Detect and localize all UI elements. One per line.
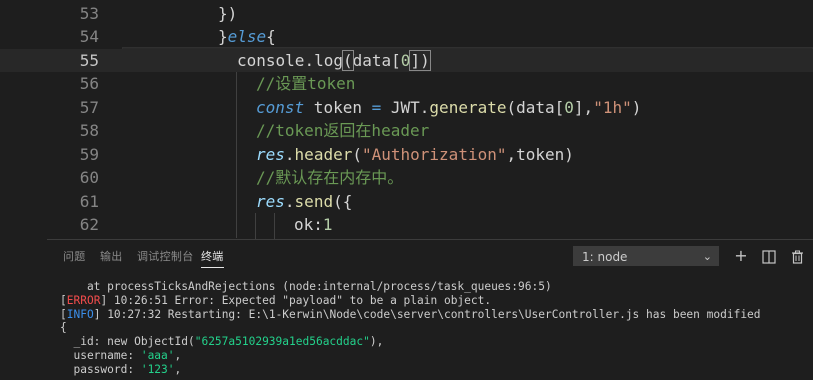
indent-guide	[274, 213, 275, 239]
object-value: '123'	[140, 362, 175, 376]
code-text: console.log(data[0])	[237, 49, 431, 71]
line-number: 54	[79, 27, 99, 46]
tab-debug-console[interactable]: 调试控制台	[137, 248, 194, 264]
code-text: res.header("Authorization",token)	[256, 144, 574, 164]
code-line[interactable]: 58 //token返回在header	[0, 119, 813, 143]
code-line[interactable]: 53})	[0, 2, 813, 26]
info-message: 10:27:32 Restarting: E:\1-Kerwin\Node\co…	[100, 307, 761, 321]
code-line[interactable]: 61 res.send({	[0, 190, 813, 214]
line-number: 58	[79, 121, 99, 140]
code-line[interactable]: 55 console.log(data[0])	[0, 48, 813, 72]
terminal-select-value: 1: node	[582, 250, 628, 264]
line-number: 53	[79, 3, 99, 23]
indent-guide	[236, 72, 237, 238]
line-number: 61	[79, 191, 99, 211]
terminal-line: {	[60, 321, 67, 335]
bottom-panel: 问题 输出 调试控制台 终端 1: node ⌄ + at processTic…	[47, 239, 813, 380]
terminal-line: username: 'aaa',	[60, 349, 810, 363]
code-line[interactable]: 54 }else{	[0, 25, 813, 49]
object-key: username:	[60, 348, 141, 362]
indent-guide	[255, 213, 256, 239]
code-text: }else{	[218, 27, 276, 46]
code-text: const token = JWT.generate(data[0],"1h")	[256, 97, 642, 117]
code-line[interactable]: 59 res.header("Authorization",token)	[0, 143, 813, 167]
trash-icon[interactable]	[787, 246, 807, 266]
line-number: 62	[79, 215, 99, 234]
object-punct: ),	[369, 335, 384, 349]
code-text: res.send({	[256, 191, 353, 211]
tab-terminal[interactable]: 终端	[201, 248, 224, 268]
code-text: //默认存在内存中。	[256, 168, 404, 187]
terminal-line: [ERROR] 10:26:51 Error: Expected "payloa…	[60, 293, 492, 307]
line-number: 60	[79, 168, 99, 187]
terminal-line: password: '123',	[60, 363, 810, 377]
code-text: ok:1	[294, 215, 333, 234]
terminal-line: _id: new ObjectId("6257a5102939a1ed56acd…	[60, 335, 810, 349]
code-line[interactable]: 56 //设置token	[0, 72, 813, 96]
tab-problems[interactable]: 问题	[63, 248, 86, 264]
chevron-down-icon: ⌄	[702, 250, 712, 263]
code-editor[interactable]: 53}) 54}else{55 console.log(data[0]) 56//设置…	[0, 0, 813, 239]
line-number: 55	[79, 50, 99, 70]
split-icon[interactable]	[759, 246, 779, 266]
terminal-line: at processTicksAndRejections (node:inter…	[60, 280, 552, 293]
panel-tabs: 问题 输出 调试控制台 终端 1: node ⌄ +	[47, 240, 813, 272]
code-text: //设置token	[256, 74, 356, 93]
info-tag: INFO	[66, 307, 94, 321]
error-message: 10:26:51 Error: Expected "payload" to be…	[107, 293, 492, 307]
object-value: "6257a5102939a1ed56acddac"	[194, 335, 370, 349]
code-line[interactable]: 57 const token = JWT.generate(data[0],"1h…	[0, 96, 813, 120]
object-punct: ,	[174, 362, 182, 376]
object-punct: ,	[174, 348, 182, 362]
add-icon[interactable]: +	[731, 246, 751, 266]
terminal-output[interactable]: at processTicksAndRejections (node:inter…	[60, 280, 810, 377]
code-line[interactable]: 62 ok:1	[0, 213, 813, 237]
code-text: //token返回在header	[256, 121, 430, 140]
line-number: 57	[79, 97, 99, 117]
line-number: 59	[79, 144, 99, 164]
object-key: password:	[60, 362, 141, 376]
terminal-line: [INFO] 10:27:32 Restarting: E:\1-Kerwin\…	[60, 307, 761, 321]
tab-output[interactable]: 输出	[100, 248, 123, 264]
object-key: _id: new ObjectId(	[60, 335, 195, 349]
error-tag: ERROR	[66, 293, 101, 307]
code-text: })	[218, 3, 238, 23]
terminal-select[interactable]: 1: node ⌄	[573, 246, 719, 266]
code-line[interactable]: 60 //默认存在内存中。	[0, 166, 813, 190]
line-number: 56	[79, 74, 99, 93]
object-value: 'aaa'	[140, 348, 175, 362]
